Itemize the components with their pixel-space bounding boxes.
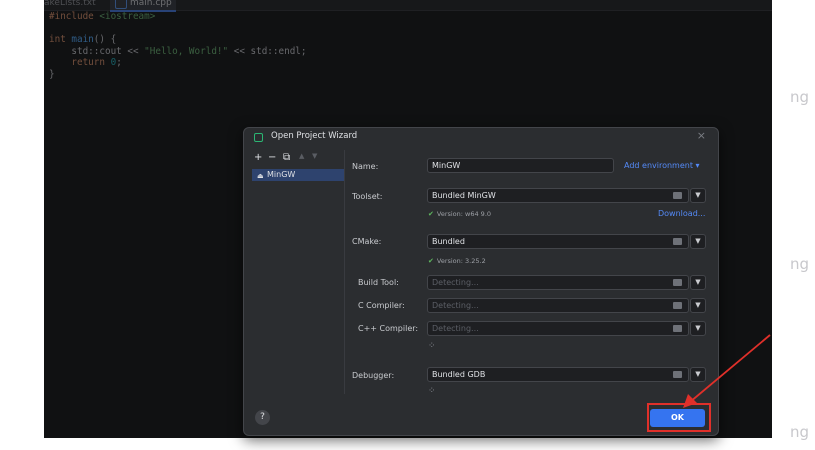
build-tool-field[interactable]: Detecting... [427,275,689,290]
environment-list-pane: + − ⧉ ▲ ▼ ⏏ MinGW [252,150,345,394]
cpp-compiler-dropdown-button[interactable]: ▼ [690,321,706,336]
c-compiler-dropdown-button[interactable]: ▼ [690,298,706,313]
toolchain-icon: ⏏ [257,172,264,180]
build-tool-label: Build Tool: [358,278,399,287]
folder-icon[interactable] [673,192,682,199]
cmake-label: CMake: [352,237,382,246]
name-field[interactable]: MinGW [427,158,614,173]
toolset-dropdown-button[interactable]: ▼ [690,188,706,203]
move-down-icon[interactable]: ▼ [312,152,317,160]
close-icon[interactable]: × [697,129,706,142]
dialog-header: Open Project Wizard × [244,128,718,146]
cmake-field[interactable]: Bundled [427,234,689,249]
check-icon: ✔ [428,257,434,265]
cmake-version-note: ✔ Version: 3.25.2 [428,257,486,265]
folder-icon[interactable] [673,238,682,245]
toolset-version-note: ✔ Version: w64 9.0 [428,210,491,218]
folder-icon[interactable] [673,325,682,332]
add-environment-button[interactable]: Add environment ▾ [624,161,700,170]
watermark-text: ng [790,88,810,106]
debugger-value: Bundled GDB [432,370,486,379]
toolset-label: Toolset: [352,192,383,201]
toolset-field[interactable]: Bundled MinGW [427,188,689,203]
check-icon: ✔ [428,210,434,218]
remove-icon[interactable]: − [268,152,276,163]
cpp-compiler-field[interactable]: Detecting... [427,321,689,336]
c-compiler-label: C Compiler: [358,301,405,310]
download-link[interactable]: Download... [658,209,705,218]
copy-icon[interactable]: ⧉ [283,152,290,163]
add-icon[interactable]: + [254,152,262,163]
loading-spinner-icon: ⁘ [428,341,436,351]
c-compiler-field[interactable]: Detecting... [427,298,689,313]
toolset-version-text: Version: w64 9.0 [436,210,492,218]
build-tool-dropdown-button[interactable]: ▼ [690,275,706,290]
build-tool-value: Detecting... [432,278,479,287]
move-up-icon[interactable]: ▲ [299,152,304,160]
environment-item-label: MinGW [267,170,296,179]
help-button[interactable]: ? [255,410,270,425]
clion-app-icon [254,133,263,142]
folder-icon[interactable] [673,371,682,378]
cpp-compiler-label: C++ Compiler: [358,324,419,333]
c-compiler-value: Detecting... [432,301,479,310]
folder-icon[interactable] [673,279,682,286]
debugger-label: Debugger: [352,371,395,380]
cpp-compiler-value: Detecting... [432,324,479,333]
toolset-value: Bundled MinGW [432,191,496,200]
dialog-title: Open Project Wizard [271,131,358,141]
name-label: Name: [352,162,379,171]
watermark-text: ng [790,423,810,441]
cmake-version-text: Version: 3.25.2 [436,257,486,265]
cmake-value: Bundled [432,237,465,246]
ok-button[interactable]: OK [650,409,705,427]
debugger-field[interactable]: Bundled GDB [427,367,689,382]
loading-spinner-icon: ⁘ [428,386,436,396]
environment-item-mingw[interactable]: ⏏ MinGW [252,169,344,181]
cmake-dropdown-button[interactable]: ▼ [690,234,706,249]
debugger-dropdown-button[interactable]: ▼ [690,367,706,382]
open-project-wizard-dialog: Open Project Wizard × + − ⧉ ▲ ▼ ⏏ MinGW … [243,127,719,436]
folder-icon[interactable] [673,302,682,309]
watermark-text: ng [790,255,810,273]
